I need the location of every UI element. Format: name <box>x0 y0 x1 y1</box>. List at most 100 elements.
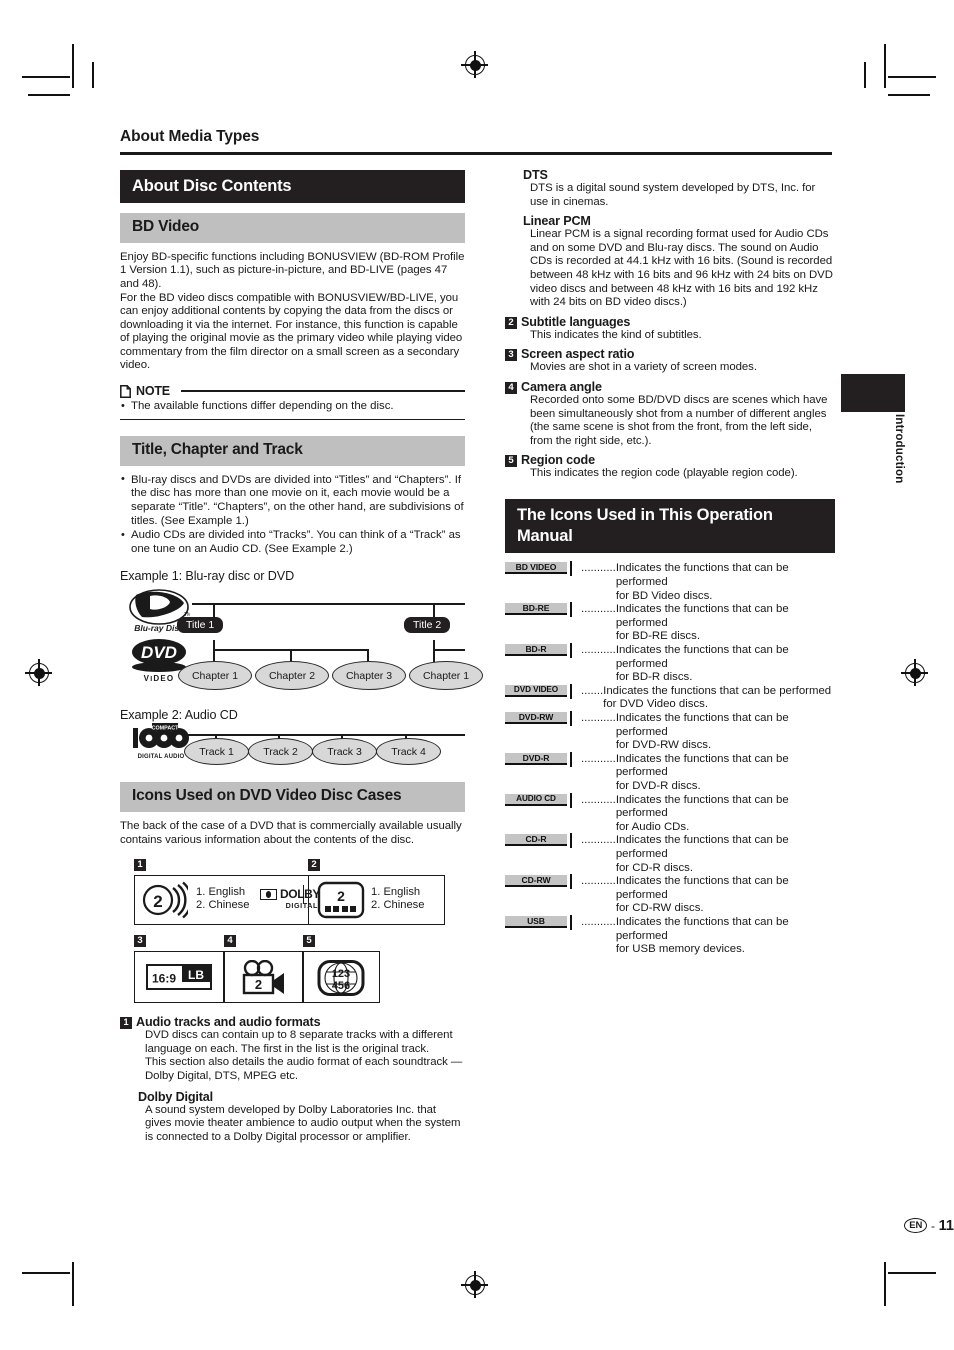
leader-dots: ........... <box>581 834 616 847</box>
title-chapter-track-bullets: Blu-ray discs and DVDs are divided into … <box>120 473 465 557</box>
list-item: Blu-ray discs and DVDs are divided into … <box>120 473 465 528</box>
header-rule <box>120 152 832 155</box>
running-head: About Media Types <box>120 128 260 145</box>
badge-bd-video: BD VIDEO <box>505 562 567 575</box>
badge-cd-r: CD-R <box>505 834 567 847</box>
svg-text:DVD: DVD <box>141 643 177 662</box>
legend-row: USB ........... Indicates the functions … <box>505 914 835 957</box>
legend-row: DVD VIDEO ....... Indicates the function… <box>505 683 835 712</box>
svg-text:16:9: 16:9 <box>152 972 176 986</box>
badge-cell: AUDIO CD <box>505 792 581 808</box>
badge-divider <box>570 874 572 890</box>
badge-cell: DVD-RW <box>505 711 581 726</box>
linear-pcm-heading: Linear PCM <box>523 214 591 229</box>
blu-ray-disc-logo: Blu-ray Disc TM <box>128 589 191 642</box>
dts-heading: DTS <box>523 168 548 182</box>
badge-divider <box>570 751 572 767</box>
definition-term: Audio tracks and audio formats <box>136 1015 321 1030</box>
badge-cell: DVD-R <box>505 751 581 767</box>
legend-line-1: Indicates the functions that can be perf… <box>615 752 789 779</box>
definition-body: Recorded onto some BD/DVD discs are scen… <box>530 393 828 447</box>
camera-angle-icon: 2 <box>241 959 287 1001</box>
note-rule <box>180 390 465 392</box>
leader-dots: ........... <box>581 712 616 724</box>
badge-divider <box>570 643 572 659</box>
definition-term: Camera angle <box>521 379 602 394</box>
svg-text:456: 456 <box>332 980 350 992</box>
note-item: The available functions differ depending… <box>120 400 465 414</box>
dvd-case-icons-intro: The back of the case of a DVD that is co… <box>120 820 462 846</box>
numbered-definition: 3 Screen aspect ratio Movies are shot in … <box>505 347 835 375</box>
badge-cell: BD VIDEO <box>505 561 581 577</box>
subsection-heading-title-chapter-track: Title, Chapter and Track <box>120 436 465 466</box>
numbered-definition: 4 Camera angle Recorded onto some BD/DVD … <box>505 380 835 448</box>
definition-body: This indicates the region code (playable… <box>530 467 798 480</box>
list-item: Audio CDs are divided into “Tracks”. You… <box>120 529 465 556</box>
legend-line-1: Indicates the functions that can be perf… <box>615 712 789 738</box>
badge-dvd-r: DVD-R <box>505 752 567 765</box>
language-line: 1. English <box>196 886 246 899</box>
legend-row: CD-RW ........... Indicates the function… <box>505 874 835 916</box>
callout-number-4: 4 <box>224 935 236 948</box>
dolby-divider <box>303 885 305 905</box>
example-2-diagram: COMPACT DIGITAL AUDIO Track 1 Track 2 Tr… <box>120 723 465 766</box>
badge-audio-cd: AUDIO CD <box>505 793 567 806</box>
language-line: 2. Chinese <box>371 899 425 912</box>
badge-divider <box>570 914 572 930</box>
badge-divider <box>570 602 572 618</box>
legend-row: CD-R ........... Indicates the functions… <box>505 833 835 875</box>
badge-divider <box>570 711 572 726</box>
legend-line-1: Indicates the functions that can be perf… <box>615 834 789 860</box>
legend-line-1: Indicates the functions that can be perf… <box>615 875 789 901</box>
leader-dots: ........... <box>581 915 616 928</box>
legend-line-2: for DVD-RW discs. <box>615 739 712 752</box>
note-header: NOTE <box>120 384 465 398</box>
legend-text: Indicates the functions that can be perf… <box>616 875 835 916</box>
diagram-spine <box>192 603 465 605</box>
legend-line-2: for CD-RW discs. <box>615 902 704 915</box>
badge-dvd-video: DVD VIDEO <box>505 684 567 697</box>
audio-tracks-icon: 2 <box>142 881 193 924</box>
title-node: Title 1 <box>177 617 224 634</box>
box1-language-list: 1. English 2. Chinese <box>196 886 250 912</box>
track-node: Track 3 <box>312 738 377 766</box>
badge-cell: BD-R <box>505 643 581 659</box>
bd-video-paragraph-2: For the BD video discs compatible with B… <box>120 291 463 372</box>
compact-disc-logo: COMPACT DIGITAL AUDIO <box>130 722 192 767</box>
callout-number-3: 3 <box>134 935 146 948</box>
legend-text: Indicates the functions that can be perf… <box>603 685 835 712</box>
legend-text: Indicates the functions that can be perf… <box>616 562 835 603</box>
leader-dots: ........... <box>581 603 616 616</box>
legend-line-1: Indicates the functions that can be perf… <box>615 562 789 589</box>
numbered-definition: 5 Region code This indicates the region c… <box>505 453 835 481</box>
page-number: 11 <box>938 1218 954 1234</box>
section-heading-icons-used: The Icons Used in This Operation Manual <box>505 498 835 554</box>
dts-body: DTS is a digital sound system developed … <box>530 182 816 208</box>
badge-cell: USB <box>505 914 581 930</box>
badge-divider <box>570 561 572 577</box>
svg-text:LB: LB <box>188 968 204 982</box>
chapter-node: Chapter 2 <box>255 661 329 691</box>
definition-audio-tracks: 1 Audio tracks and audio formats DVD disc… <box>120 1015 465 1083</box>
dvd-case-icon-row-2: 3 4 5 16:9 LB 2 123 456 <box>120 935 465 1009</box>
document-page: About Media Types About Disc Contents BD… <box>0 0 954 1350</box>
chapter-node: Chapter 3 <box>332 661 406 691</box>
subsection-heading-bd-video: BD Video <box>120 213 465 243</box>
leader-dots: ........... <box>581 875 616 888</box>
legend-line-2: for BD Video discs. <box>615 589 713 602</box>
region-code-icon: 123 456 <box>317 960 365 1001</box>
legend-line-2: for USB memory devices. <box>615 943 745 956</box>
definition-number: 2 <box>505 316 517 329</box>
legend-row: BD-R ........... Indicates the functions… <box>505 643 835 685</box>
icon-legend-list: BD VIDEO ........... Indicates the funct… <box>505 561 835 957</box>
legend-line-2: for DVD Video discs. <box>603 698 709 711</box>
left-column: About Disc Contents BD Video Enjoy BD-sp… <box>120 170 483 1144</box>
note-page-icon <box>120 384 131 398</box>
subsection-heading-dvd-case-icons: Icons Used on DVD Video Disc Cases <box>120 782 465 812</box>
diagram-spine <box>184 734 465 737</box>
svg-text:2: 2 <box>153 892 162 911</box>
legend-line-1: Indicates the functions that can be perf… <box>615 644 789 670</box>
bd-video-paragraph-1: Enjoy BD-specific functions including BO… <box>120 250 465 290</box>
footer-dash: - <box>931 1219 936 1233</box>
legend-text: Indicates the functions that can be perf… <box>616 644 835 685</box>
